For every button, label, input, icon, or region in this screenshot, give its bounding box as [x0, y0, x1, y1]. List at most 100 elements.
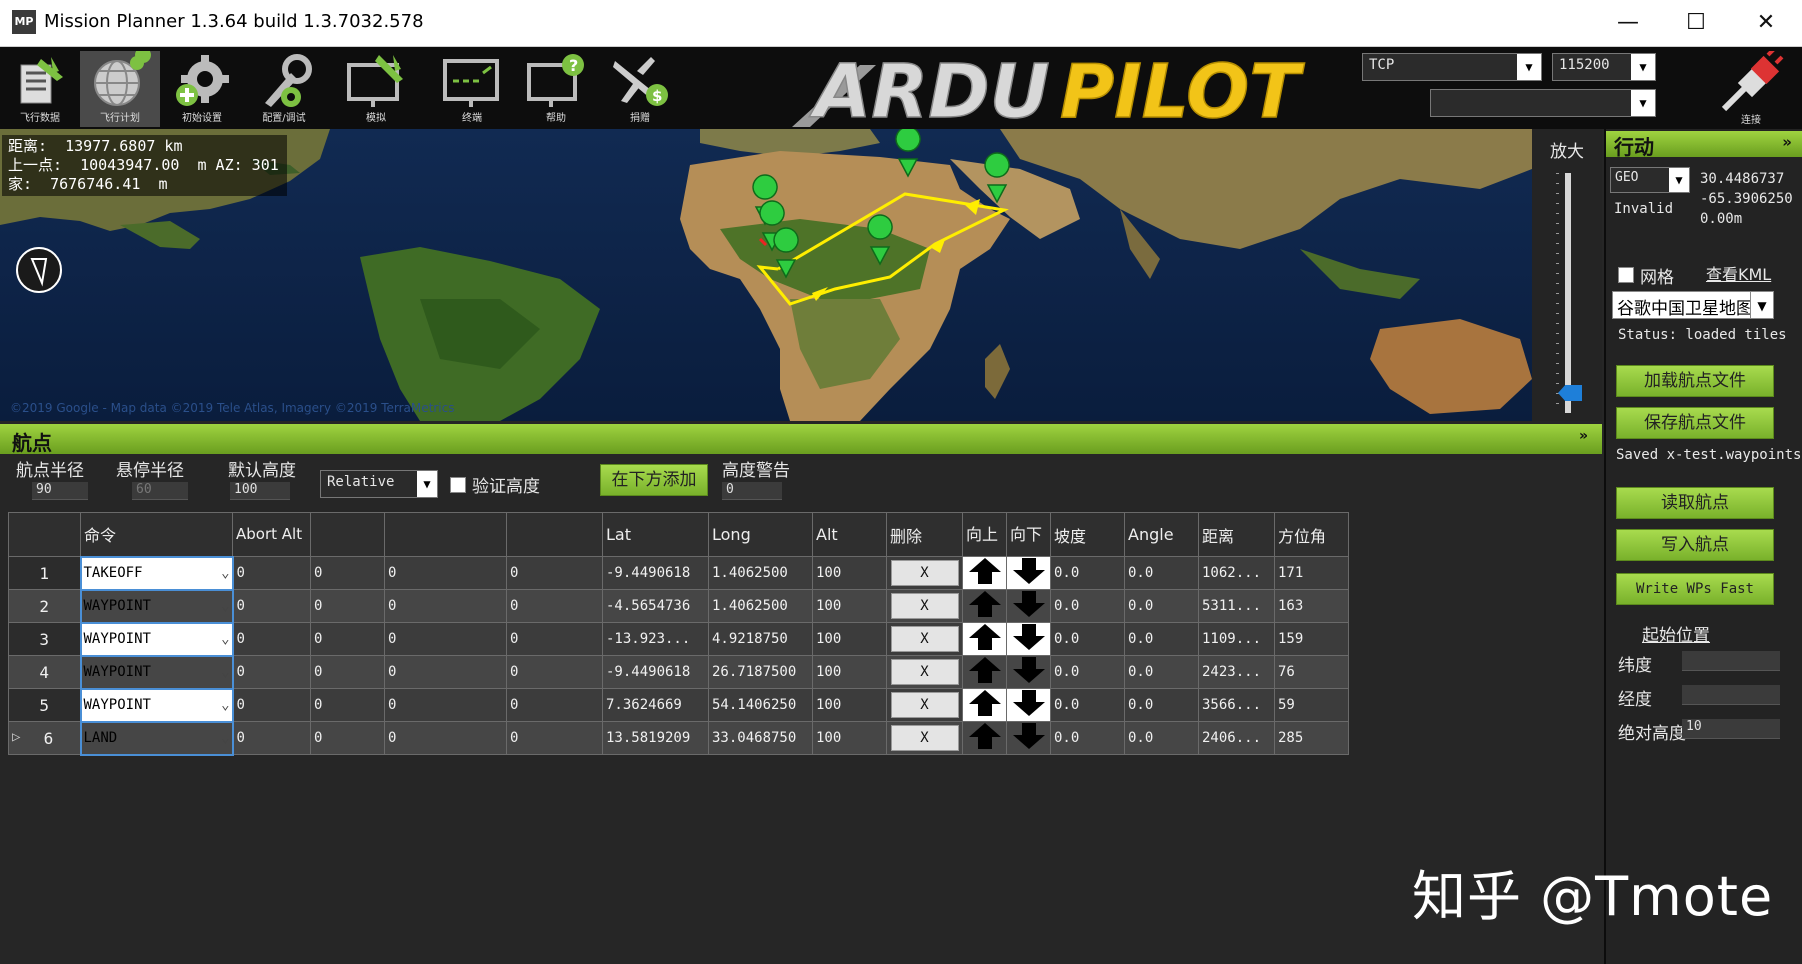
- lat-cell[interactable]: -9.4490618: [602, 655, 709, 689]
- alt-cell[interactable]: 100: [812, 622, 887, 656]
- view-kml-link[interactable]: 查看KML: [1706, 261, 1771, 285]
- write-wp-button[interactable]: 写入航点: [1616, 529, 1774, 561]
- table-row[interactable]: 3 WAYPOINT ⌄ 0 0 0 0 -13.923... 4.9218750 100 X 0.0…: [8, 621, 1349, 657]
- table-row[interactable]: ▷ 6 LAND ⌄ 0 0 0 0 13.5819209 33.0468750 100 X 0.0 0.…: [8, 720, 1349, 756]
- save-wp-file-button[interactable]: 保存航点文件: [1616, 407, 1774, 439]
- column-header[interactable]: 命令: [80, 512, 233, 557]
- load-wp-file-button[interactable]: 加载航点文件: [1616, 365, 1774, 397]
- row-number-cell[interactable]: ▷ 6: [8, 721, 81, 755]
- move-down-button[interactable]: [1006, 688, 1051, 722]
- column-header[interactable]: 删除: [886, 512, 963, 557]
- minimize-button[interactable]: —: [1592, 0, 1664, 46]
- toolbar-item-help[interactable]: ? 帮助: [516, 51, 596, 127]
- alt-frame-select[interactable]: Relative ▼: [320, 470, 438, 498]
- grid-checkbox[interactable]: [1618, 267, 1634, 283]
- move-down-button[interactable]: [1006, 556, 1051, 590]
- lat-cell[interactable]: 13.5819209: [602, 721, 709, 755]
- alt-warn-input[interactable]: 0: [722, 482, 782, 500]
- row-number-cell[interactable]: 2: [8, 589, 81, 623]
- command-select[interactable]: LAND ⌄: [79, 720, 234, 756]
- lat-cell[interactable]: -9.4490618: [602, 556, 709, 590]
- param-cell[interactable]: 0: [506, 589, 603, 623]
- zoom-slider-thumb[interactable]: [1558, 385, 1582, 401]
- alt-cell[interactable]: 100: [812, 556, 887, 590]
- table-row[interactable]: 4 WAYPOINT ⌄ 0 0 0 0 -9.4490618 26.7187500 100 X 0.…: [8, 654, 1349, 690]
- param-cell[interactable]: 0: [506, 655, 603, 689]
- param-cell[interactable]: 0: [506, 556, 603, 590]
- alt-cell[interactable]: 100: [812, 589, 887, 623]
- toolbar-item-terminal[interactable]: 终端: [432, 51, 512, 127]
- home-lng-input[interactable]: [1682, 685, 1780, 705]
- toolbar-item-initial-setup[interactable]: 初始设置: [162, 51, 242, 127]
- lat-cell[interactable]: -4.5654736: [602, 589, 709, 623]
- param-cell[interactable]: 0: [310, 622, 385, 656]
- param-cell[interactable]: 0: [232, 721, 311, 755]
- toolbar-item-donate[interactable]: $ 捐赠: [600, 51, 680, 127]
- toolbar-item-flight-plan[interactable]: 飞行计划: [80, 51, 160, 127]
- delete-button[interactable]: X: [890, 659, 959, 685]
- param-cell[interactable]: 0: [384, 622, 507, 656]
- column-header[interactable]: 距离: [1198, 512, 1275, 557]
- verify-height-checkbox[interactable]: [450, 477, 466, 493]
- delete-button[interactable]: X: [890, 692, 959, 718]
- column-header[interactable]: Lat: [602, 512, 709, 557]
- row-number-cell[interactable]: 3: [8, 622, 81, 656]
- write-wps-fast-button[interactable]: Write WPs Fast: [1616, 573, 1774, 605]
- param-cell[interactable]: 0: [232, 688, 311, 722]
- param-cell[interactable]: 0: [384, 655, 507, 689]
- long-cell[interactable]: 1.4062500: [708, 589, 813, 623]
- move-up-button[interactable]: [962, 721, 1007, 755]
- param-cell[interactable]: 0: [310, 688, 385, 722]
- zoom-slider-track[interactable]: [1565, 173, 1571, 413]
- row-number-cell[interactable]: 5: [8, 688, 81, 722]
- param-cell[interactable]: 0: [310, 556, 385, 590]
- close-button[interactable]: ✕: [1730, 0, 1802, 46]
- param-cell[interactable]: 0: [384, 688, 507, 722]
- column-header[interactable]: Abort Alt: [232, 512, 311, 557]
- long-cell[interactable]: 54.1406250: [708, 688, 813, 722]
- param-cell[interactable]: 0: [310, 721, 385, 755]
- move-down-button[interactable]: [1006, 589, 1051, 623]
- collapse-icon[interactable]: »: [1782, 133, 1792, 151]
- delete-button[interactable]: X: [890, 560, 959, 586]
- param-cell[interactable]: 0: [310, 589, 385, 623]
- table-row[interactable]: 5 WAYPOINT ⌄ 0 0 0 0 7.3624669 54.1406250 100 X 0.0…: [8, 687, 1349, 723]
- move-down-button[interactable]: [1006, 655, 1051, 689]
- add-below-button[interactable]: 在下方添加: [600, 464, 708, 496]
- param-cell[interactable]: 0: [232, 622, 311, 656]
- column-header[interactable]: 向上: [962, 512, 1007, 557]
- column-header[interactable]: Long: [708, 512, 813, 557]
- port-select[interactable]: ▼: [1430, 89, 1656, 117]
- column-header[interactable]: 坡度: [1050, 512, 1125, 557]
- map-view[interactable]: 距离: 13977.6807 km 上一点: 10043947.00 m AZ: …: [0, 129, 1532, 421]
- home-alt-input[interactable]: 10: [1682, 719, 1780, 739]
- move-up-button[interactable]: [962, 556, 1007, 590]
- param-cell[interactable]: 0: [506, 721, 603, 755]
- maximize-button[interactable]: ☐: [1660, 0, 1732, 46]
- default-alt-input[interactable]: 100: [230, 482, 290, 500]
- column-header[interactable]: [310, 512, 385, 557]
- home-lat-input[interactable]: [1682, 651, 1780, 671]
- move-up-button[interactable]: [962, 655, 1007, 689]
- alt-cell[interactable]: 100: [812, 688, 887, 722]
- move-up-button[interactable]: [962, 688, 1007, 722]
- command-select[interactable]: WAYPOINT ⌄: [79, 588, 234, 624]
- param-cell[interactable]: 0: [232, 589, 311, 623]
- baud-rate-select[interactable]: 115200 ▼: [1552, 53, 1656, 81]
- column-header[interactable]: [384, 512, 507, 557]
- move-down-button[interactable]: [1006, 622, 1051, 656]
- long-cell[interactable]: 1.4062500: [708, 556, 813, 590]
- command-select[interactable]: WAYPOINT ⌄: [79, 654, 234, 690]
- lat-cell[interactable]: -13.923...: [602, 622, 709, 656]
- collapse-icon[interactable]: »: [1579, 428, 1588, 444]
- move-down-button[interactable]: [1006, 721, 1051, 755]
- long-cell[interactable]: 4.9218750: [708, 622, 813, 656]
- command-select[interactable]: WAYPOINT ⌄: [79, 621, 234, 657]
- table-row[interactable]: 1 TAKEOFF ⌄ 0 0 0 0 -9.4490618 1.4062500 100 X 0.0 0…: [8, 555, 1349, 591]
- param-cell[interactable]: 0: [232, 655, 311, 689]
- delete-button[interactable]: X: [890, 725, 959, 751]
- delete-button[interactable]: X: [890, 626, 959, 652]
- command-select[interactable]: TAKEOFF ⌄: [79, 555, 234, 591]
- param-cell[interactable]: 0: [384, 589, 507, 623]
- connection-type-select[interactable]: TCP ▼: [1362, 53, 1542, 81]
